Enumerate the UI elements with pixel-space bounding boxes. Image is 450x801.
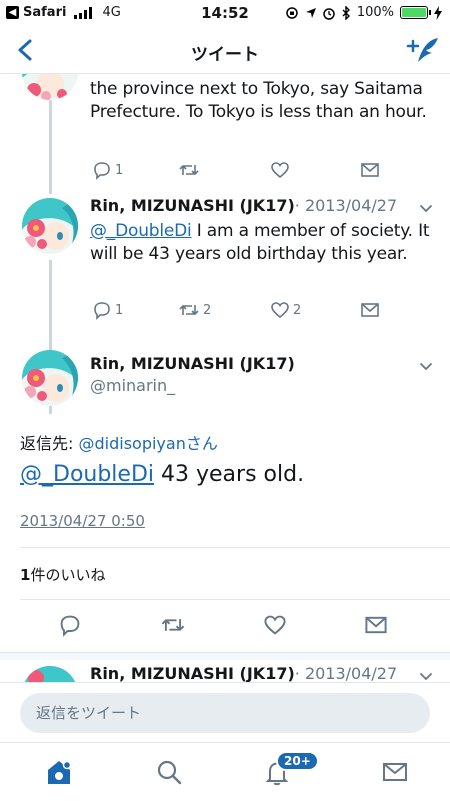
main-tweet-text: @_DoubleDi 43 years old. (20, 460, 304, 490)
retweet-count: 2 (203, 302, 212, 318)
retweet-button[interactable] (178, 160, 200, 180)
section-separator (0, 652, 450, 660)
tweet-date: · 2013/04/27 (294, 196, 398, 215)
avatar[interactable] (22, 74, 78, 100)
reply-to: 返信先: @didisopiyanさん (20, 430, 218, 454)
notifications-badge: 20+ (276, 751, 319, 771)
charging-icon (434, 5, 442, 20)
retweet-icon[interactable] (160, 613, 186, 637)
bluetooth-icon (342, 5, 350, 20)
reply-count: 1 (115, 302, 124, 318)
reply-count: 1 (115, 162, 124, 178)
battery-icon (400, 6, 431, 19)
reply-icon (94, 302, 110, 320)
retweet-button[interactable]: 2 (178, 300, 211, 320)
like-count: 2 (293, 302, 302, 318)
tab-bar: 20+ (0, 742, 450, 801)
reply-button[interactable]: 1 (92, 160, 123, 180)
tweet-header: Rin, MIZUNASHI (JK17)· 2013/04/27 (90, 664, 420, 682)
tweet-date: · 2013/04/27 (294, 664, 398, 682)
alarm-icon (323, 7, 335, 20)
reply-icon (94, 162, 110, 180)
tweet-header: Rin, MIZUNASHI (JK17)· 2013/04/27 (90, 196, 420, 215)
reply-button[interactable]: 1 (92, 300, 123, 320)
status-bar: ◀ Safari 4G 14:52 100% (0, 0, 450, 28)
like-button[interactable]: 2 (270, 300, 301, 320)
avatar[interactable] (22, 198, 78, 254)
search-icon[interactable] (154, 757, 184, 787)
reply-to-user[interactable]: @didisopiyanさん (78, 434, 217, 453)
tweet-timestamp[interactable]: 2013/04/27 0:50 (20, 512, 145, 530)
home-icon[interactable] (44, 757, 74, 787)
author-handle[interactable]: @minarin_ (90, 376, 295, 395)
heart-icon (271, 162, 289, 179)
retweet-icon (179, 165, 199, 175)
nav-bar: ツイート (0, 28, 450, 74)
tweet-thread[interactable]: the province next to Tokyo, say Saitama … (0, 74, 450, 682)
main-tweet-author[interactable]: Rin, MIZUNASHI (JK17) @minarin_ (90, 354, 295, 395)
mail-icon (361, 163, 379, 177)
reply-bar: 返信をツイート (0, 682, 450, 742)
reply-input[interactable]: 返信をツイート (20, 693, 430, 733)
chevron-down-icon[interactable] (418, 668, 434, 682)
messages-mail-icon[interactable] (380, 757, 410, 787)
tweet-text: @_DoubleDi I am a member of society. It … (90, 220, 435, 266)
author-name[interactable]: Rin, MIZUNASHI (JK17) (90, 196, 295, 215)
compose-tweet-icon[interactable] (406, 36, 440, 66)
chevron-down-icon[interactable] (418, 358, 434, 374)
rotation-lock-icon (286, 6, 298, 19)
divider (20, 599, 450, 600)
avatar[interactable] (22, 666, 78, 682)
author-name[interactable]: Rin, MIZUNASHI (JK17) (90, 664, 295, 682)
direct-message-button[interactable] (360, 300, 380, 320)
direct-message-button[interactable] (360, 160, 380, 180)
location-icon (305, 7, 316, 18)
reply-icon[interactable] (58, 613, 82, 637)
like-button[interactable] (270, 160, 290, 180)
tweet-body: 43 years old. (154, 462, 305, 487)
avatar[interactable] (22, 350, 78, 406)
likes-summary[interactable]: 1件のいいね (20, 564, 105, 585)
tweet-text: the province next to Tokyo, say Saitama … (90, 79, 427, 122)
mention-link[interactable]: @_DoubleDi (90, 221, 192, 241)
mail-icon (361, 303, 379, 317)
page-title: ツイート (191, 45, 259, 65)
chevron-down-icon[interactable] (418, 200, 434, 216)
author-name[interactable]: Rin, MIZUNASHI (JK17) (90, 354, 295, 373)
battery-percent: 100% (356, 5, 394, 20)
mail-icon[interactable] (364, 613, 388, 637)
mention-link[interactable]: @_DoubleDi (20, 462, 154, 487)
heart-icon (271, 302, 289, 319)
heart-icon[interactable] (263, 613, 287, 637)
retweet-icon (179, 305, 199, 315)
likes-label: 件のいいね (30, 566, 106, 584)
reply-to-label: 返信先: (20, 434, 79, 453)
divider (20, 547, 450, 548)
likes-count: 1 (20, 566, 31, 584)
